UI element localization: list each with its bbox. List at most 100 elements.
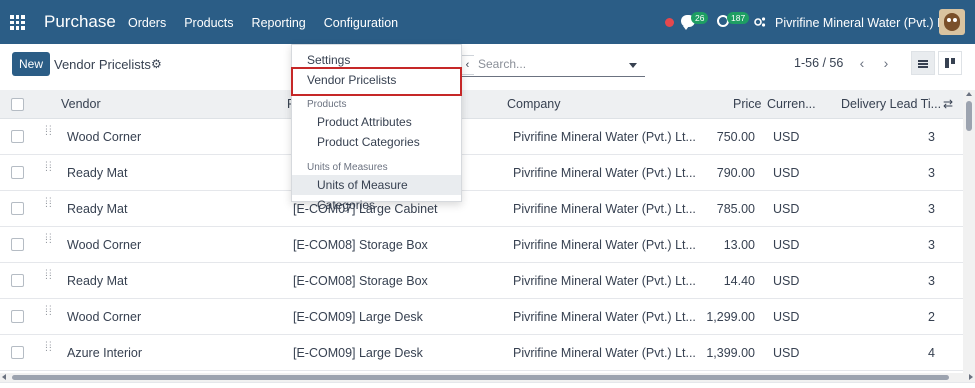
table-row[interactable]: ⁚⁚ ⁚⁚ Ready Mat [E-COM08] Storage Box Pivrif… bbox=[0, 263, 963, 299]
menu-orders[interactable]: Orders bbox=[128, 16, 166, 30]
column-lead-time[interactable]: Delivery Lead Ti... bbox=[841, 97, 941, 111]
cell-company: Pivrifine Mineral Water (Pvt.) Lt... bbox=[513, 310, 696, 324]
row-checkbox[interactable] bbox=[11, 130, 24, 143]
horizontal-scrollbar[interactable] bbox=[0, 373, 975, 382]
cell-lead-time: 3 bbox=[928, 238, 935, 252]
cell-lead-time: 3 bbox=[928, 166, 935, 180]
drag-handle-icon[interactable]: ⁚⁚ ⁚⁚ bbox=[45, 233, 52, 246]
list-view-button[interactable] bbox=[911, 51, 935, 75]
pager-previous-icon[interactable]: ‹ bbox=[851, 52, 873, 74]
cell-company: Pivrifine Mineral Water (Pvt.) Lt... bbox=[513, 346, 696, 360]
pager-value[interactable]: 1-56 / 56 bbox=[794, 56, 843, 70]
cell-company: Pivrifine Mineral Water (Pvt.) Lt... bbox=[513, 202, 696, 216]
search-bar[interactable]: ‹ Search... bbox=[460, 53, 645, 77]
table-row[interactable]: ⁚⁚ ⁚⁚ Wood Corner [E-COM08] Storage Box Pivr… bbox=[0, 227, 963, 263]
cell-price: 14.40 bbox=[723, 274, 755, 288]
drag-handle-icon[interactable]: ⁚⁚ ⁚⁚ bbox=[45, 269, 52, 282]
cell-vendor: Azure Interior bbox=[67, 346, 143, 360]
table-row[interactable]: ⁚⁚⁚⁚Ready Mat[E-COM07] Large CabinetPivr… bbox=[0, 191, 963, 227]
cell-lead-time: 3 bbox=[928, 202, 935, 216]
company-switch-icon[interactable] bbox=[754, 16, 766, 28]
drag-handle-icon[interactable]: ⁚⁚ ⁚⁚ bbox=[45, 125, 52, 138]
activity-count-badge: 187 bbox=[727, 12, 750, 24]
drag-handle-icon[interactable]: ⁚⁚ ⁚⁚ bbox=[45, 161, 52, 174]
row-checkbox[interactable] bbox=[11, 238, 24, 251]
cell-currency: USD bbox=[773, 202, 800, 216]
menu-reporting[interactable]: Reporting bbox=[252, 16, 306, 30]
column-vendor[interactable]: Vendor bbox=[61, 97, 101, 111]
cell-lead-time: 3 bbox=[928, 274, 935, 288]
row-checkbox[interactable] bbox=[11, 346, 24, 359]
table-row[interactable]: ⁚⁚ ⁚⁚ Ready Mat Pivrifine Mineral Water (Pv… bbox=[0, 155, 963, 191]
horizontal-scroll-thumb[interactable] bbox=[12, 375, 949, 380]
main-menu: Orders Products Reporting Configuration bbox=[128, 16, 416, 30]
cell-currency: USD bbox=[773, 238, 800, 252]
chevron-down-icon[interactable] bbox=[629, 63, 637, 68]
cell-company: Pivrifine Mineral Water (Pvt.) Lt... bbox=[513, 274, 696, 288]
cell-company: Pivrifine Mineral Water (Pvt.) Lt... bbox=[513, 130, 696, 144]
company-name[interactable]: Pivrifine Mineral Water (Pvt.) Ltd. bbox=[775, 16, 958, 30]
apps-grid-icon[interactable] bbox=[10, 15, 25, 30]
scroll-up-icon[interactable] bbox=[966, 92, 972, 96]
dropdown-product-attributes[interactable]: Product Attributes bbox=[292, 112, 461, 132]
kanban-view-icon bbox=[945, 58, 955, 68]
cell-currency: USD bbox=[773, 346, 800, 360]
chat-count-badge: 26 bbox=[691, 12, 709, 24]
row-checkbox[interactable] bbox=[11, 310, 24, 323]
cell-lead-time: 2 bbox=[928, 310, 935, 324]
app-title[interactable]: Purchase bbox=[44, 12, 116, 32]
cell-product: [E-COM08] Storage Box bbox=[293, 274, 428, 288]
vertical-scrollbar[interactable] bbox=[963, 90, 975, 378]
control-panel: New Vendor Pricelists ⚙ ‹ Search... 1-56… bbox=[0, 44, 975, 90]
column-currency[interactable]: Curren... bbox=[767, 97, 816, 111]
dropdown-uom-categories[interactable]: Units of Measure Categories bbox=[292, 175, 461, 212]
drag-handle-icon[interactable]: ⁚⁚ ⁚⁚ bbox=[45, 197, 52, 210]
search-input[interactable]: Search... bbox=[478, 57, 526, 71]
cell-currency: USD bbox=[773, 274, 800, 288]
table-row[interactable]: ⁚⁚ ⁚⁚ Wood Corner Pivrifine Mineral Water (… bbox=[0, 119, 963, 155]
cell-currency: USD bbox=[773, 130, 800, 144]
row-checkbox[interactable] bbox=[11, 274, 24, 287]
optional-columns-icon[interactable]: ⇄ bbox=[943, 97, 953, 111]
column-company[interactable]: Company bbox=[507, 97, 561, 111]
gear-icon[interactable]: ⚙ bbox=[151, 57, 162, 71]
cell-product: [E-COM08] Storage Box bbox=[293, 238, 428, 252]
table-row[interactable]: ⁚⁚ ⁚⁚ Azure Interior [E-COM09] Large Desk Pi… bbox=[0, 335, 963, 371]
highlight-box bbox=[291, 67, 462, 96]
table-header: Vendor P Company Price Curren... Deliver… bbox=[0, 90, 963, 119]
table-row[interactable]: ⁚⁚ ⁚⁚ Wood Corner [E-COM09] Large Desk Pivri… bbox=[0, 299, 963, 335]
menu-configuration[interactable]: Configuration bbox=[324, 16, 398, 30]
recording-indicator-icon bbox=[665, 18, 674, 27]
cell-vendor: Wood Corner bbox=[67, 130, 142, 144]
cell-price: 1,399.00 bbox=[706, 346, 755, 360]
list-view-icon bbox=[918, 60, 928, 68]
dropdown-product-categories[interactable]: Product Categories bbox=[292, 132, 461, 152]
column-price[interactable]: Price bbox=[733, 97, 761, 111]
scroll-left-icon[interactable] bbox=[2, 374, 6, 380]
cell-currency: USD bbox=[773, 166, 800, 180]
row-checkbox[interactable] bbox=[11, 202, 24, 215]
cell-lead-time: 3 bbox=[928, 130, 935, 144]
kanban-view-button[interactable] bbox=[938, 51, 962, 75]
chevron-left-icon[interactable]: ‹ bbox=[460, 55, 474, 75]
cell-lead-time: 4 bbox=[928, 346, 935, 360]
cell-price: 1,299.00 bbox=[706, 310, 755, 324]
menu-products[interactable]: Products bbox=[184, 16, 233, 30]
cell-price: 750.00 bbox=[716, 130, 755, 144]
select-all-checkbox[interactable] bbox=[11, 98, 24, 111]
cell-vendor: Wood Corner bbox=[67, 238, 142, 252]
drag-handle-icon[interactable]: ⁚⁚ ⁚⁚ bbox=[45, 341, 52, 354]
dropdown-section-products: Products bbox=[307, 99, 347, 110]
pager-next-icon[interactable]: › bbox=[875, 52, 897, 74]
drag-handle-icon[interactable]: ⁚⁚ ⁚⁚ bbox=[45, 305, 52, 318]
cell-vendor: Wood Corner bbox=[67, 310, 142, 324]
row-checkbox[interactable] bbox=[11, 166, 24, 179]
cell-product: [E-COM09] Large Desk bbox=[293, 346, 423, 360]
scroll-right-icon[interactable] bbox=[969, 374, 973, 380]
cell-company: Pivrifine Mineral Water (Pvt.) Lt... bbox=[513, 166, 696, 180]
new-button[interactable]: New bbox=[12, 52, 50, 76]
configuration-dropdown: Settings Vendor Pricelists Products Prod… bbox=[291, 44, 462, 212]
vertical-scroll-thumb[interactable] bbox=[966, 101, 972, 131]
page-bottom-edge bbox=[0, 382, 975, 388]
avatar[interactable] bbox=[939, 9, 965, 35]
